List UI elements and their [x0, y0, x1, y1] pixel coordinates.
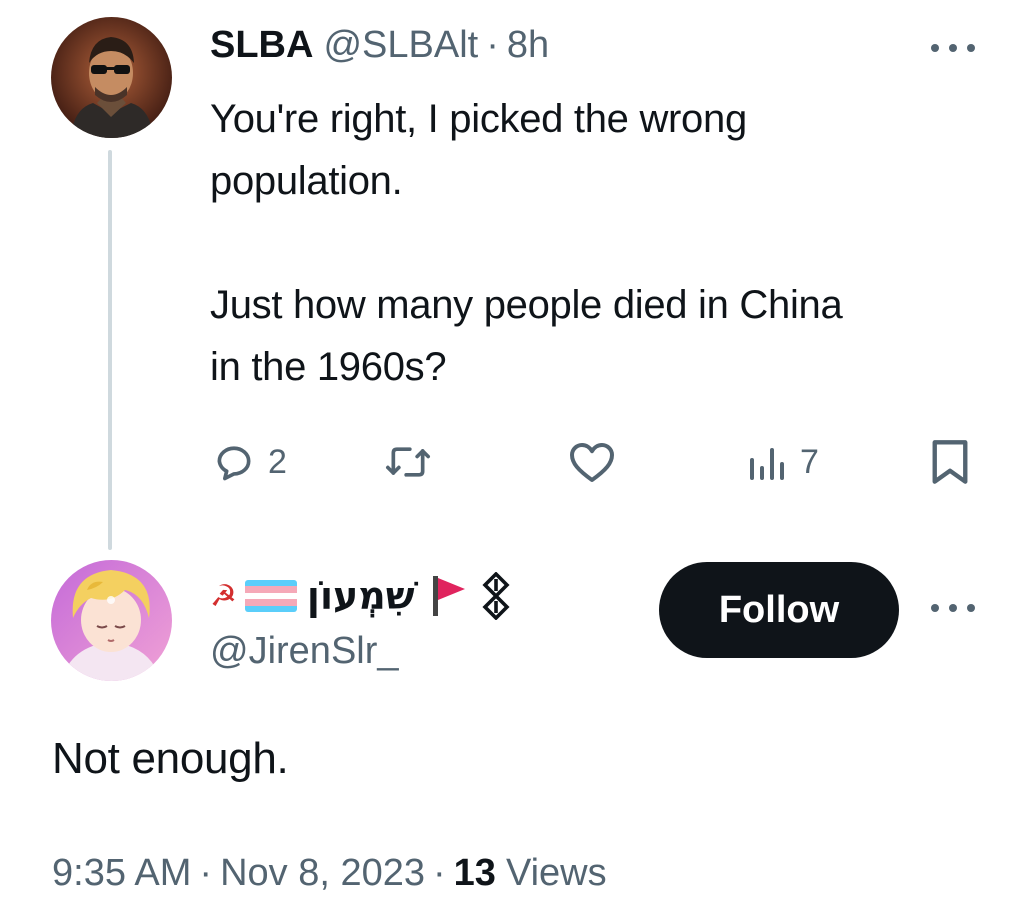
hammer-and-sickle-icon: ☭	[210, 579, 237, 613]
tweet-action-bar: 2 7	[0, 432, 1024, 492]
retweet-icon	[386, 447, 430, 477]
bookmark-button[interactable]	[928, 432, 972, 492]
bookmark-icon	[932, 440, 968, 484]
separator-dot: ·	[199, 852, 213, 894]
display-name[interactable]: SLBA	[210, 24, 313, 67]
retweet-button[interactable]	[384, 432, 432, 492]
transgender-flag-icon	[244, 580, 297, 612]
reply-icon	[217, 446, 251, 481]
user-handle[interactable]: @JirenSlr_	[210, 630, 399, 673]
views-count: 7	[800, 442, 819, 481]
separator-dot: ·	[486, 24, 499, 66]
tweet-time[interactable]: 8h	[507, 24, 549, 67]
display-name[interactable]: שִׁמְעוֹן	[307, 574, 415, 618]
tweet-text: You're right, I picked the wrong populat…	[210, 97, 843, 389]
symbol-icon	[482, 572, 510, 620]
reply-button[interactable]: 2	[212, 432, 287, 492]
separator-dot: ·	[433, 852, 446, 894]
more-options-icon[interactable]	[931, 38, 975, 58]
like-button[interactable]	[568, 432, 616, 492]
tweet-header: SLBA @SLBAlt · 8h	[210, 24, 549, 74]
reply-header: ☭ שִׁמְעוֹן	[210, 572, 511, 620]
tweet-date[interactable]: Nov 8, 2023	[220, 852, 425, 895]
heart-icon	[570, 443, 614, 482]
reply-count: 2	[268, 442, 287, 481]
views-button[interactable]: 7	[748, 432, 819, 492]
user-handle[interactable]: @SLBAlt	[323, 24, 478, 67]
more-options-icon[interactable]	[931, 598, 975, 618]
tweet-timestamp[interactable]: 9:35 AM	[52, 852, 191, 895]
red-flag-icon	[432, 576, 465, 616]
views-count: 13	[453, 852, 496, 894]
views-label: Views	[505, 852, 607, 894]
tweet-text: Not enough.	[52, 734, 289, 783]
avatar[interactable]	[51, 560, 172, 681]
tweet-metadata: 9:35 AM · Nov 8, 2023 · 13 Views	[52, 852, 607, 895]
avatar[interactable]	[51, 17, 172, 138]
follow-button[interactable]: Follow	[659, 562, 899, 658]
views-bar-chart-icon	[750, 448, 784, 480]
